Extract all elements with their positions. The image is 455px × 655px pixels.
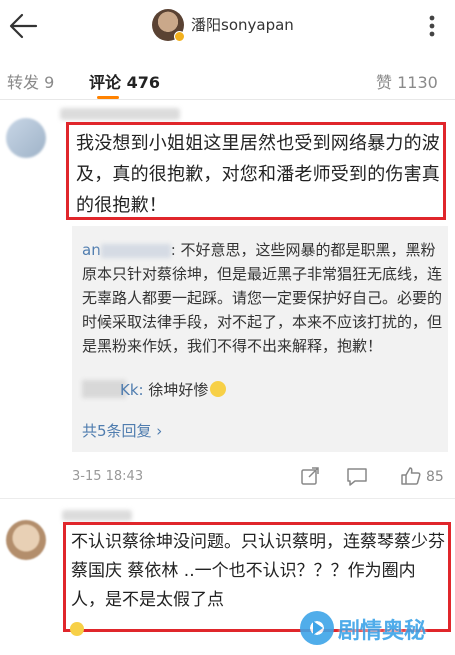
back-arrow-icon[interactable] xyxy=(6,12,40,40)
highlight-box xyxy=(66,122,446,220)
watermark-text: 剧情奥秘 xyxy=(338,619,427,644)
play-icon xyxy=(313,621,323,635)
tab-repost[interactable]: 转发 9 xyxy=(7,69,54,93)
divider xyxy=(0,498,455,499)
reply-colon: : xyxy=(170,241,176,259)
reply-item[interactable]: an: 不好意思，这些网暴的都是职黑，黑粉原本只针对蔡徐坤，但是最近黑子非常猖狂… xyxy=(82,238,444,358)
comment-timestamp: 3-15 18:43 xyxy=(72,469,144,484)
author-name[interactable]: 潘阳sonyapan xyxy=(191,14,294,35)
reply-item[interactable]: Kk: 徐坤好惨 xyxy=(120,378,227,402)
like-count: 85 xyxy=(426,469,444,485)
reply-text: 不好意思，这些网暴的都是职黑，黑粉原本只针对蔡徐坤，但是最近黑子非常猖狂无底线，… xyxy=(82,241,443,355)
reply-author[interactable]: Kk: xyxy=(120,381,144,399)
reply-author[interactable]: an xyxy=(82,241,101,259)
more-replies-link[interactable]: 共5条回复 › xyxy=(82,420,162,441)
reply-text: 徐坤好惨 xyxy=(148,381,209,399)
comment-icon[interactable] xyxy=(346,466,368,486)
commenter-name-redacted xyxy=(60,108,180,120)
laugh-emoji-icon xyxy=(70,622,84,636)
thumbs-up-icon[interactable] xyxy=(400,466,422,486)
tab-like[interactable]: 赞 1130 xyxy=(376,69,438,93)
smile-emoji-icon xyxy=(210,381,227,397)
watermark: 剧情奥秘 xyxy=(300,607,450,649)
commenter-avatar[interactable] xyxy=(6,118,46,158)
more-options-icon[interactable] xyxy=(418,12,446,40)
verified-badge-icon xyxy=(174,31,185,42)
reply-author-redacted xyxy=(100,243,171,258)
commenter-name-redacted xyxy=(62,510,132,521)
top-bar: 潘阳sonyapan xyxy=(0,0,455,52)
share-icon[interactable] xyxy=(300,466,320,486)
tab-comment[interactable]: 评论 476 xyxy=(89,69,160,93)
commenter-avatar[interactable] xyxy=(6,520,46,560)
active-tab-indicator xyxy=(97,96,119,99)
post-tabs: 转发 9 评论 476 赞 1130 xyxy=(0,52,455,100)
